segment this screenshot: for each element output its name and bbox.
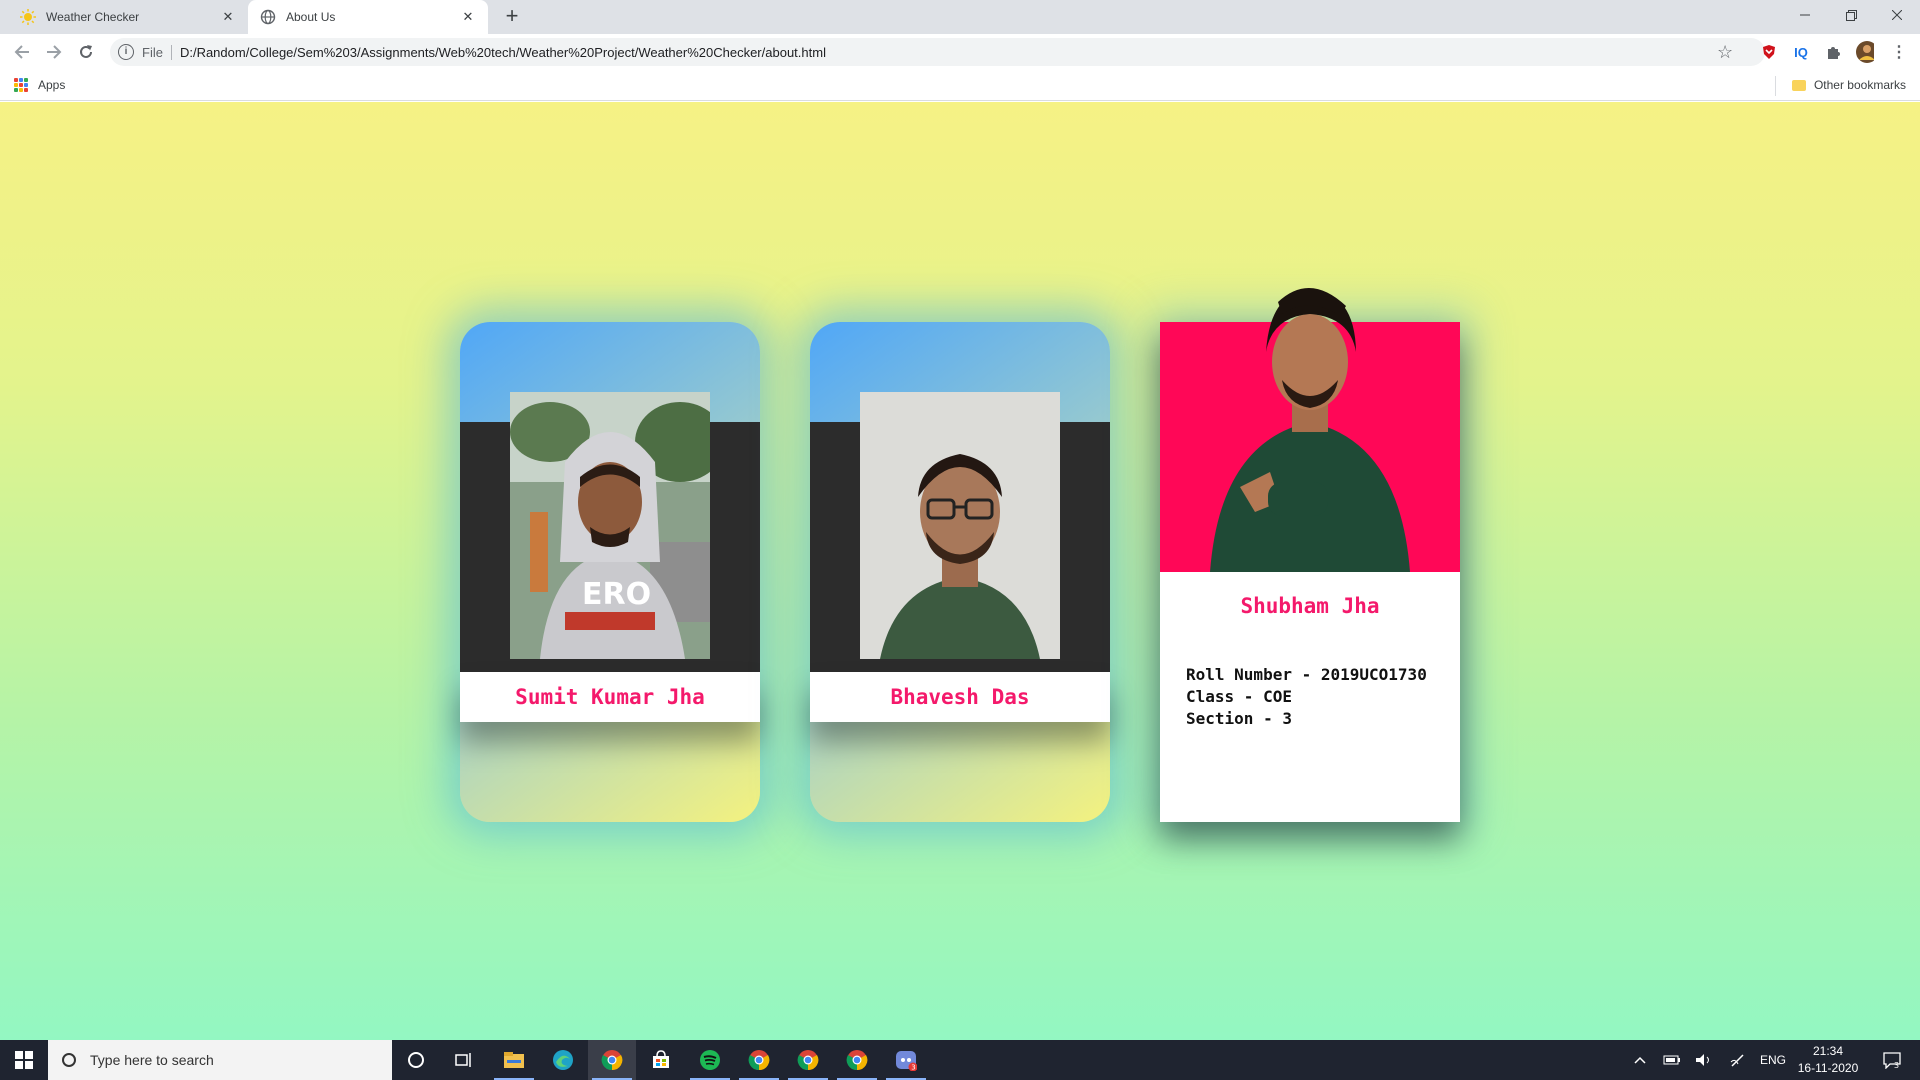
taskbar-search[interactable]: Type here to search <box>48 1040 392 1080</box>
member-card-sumit: ERO Sumit Kumar Jha <box>460 322 760 822</box>
reload-icon[interactable] <box>74 40 98 64</box>
menu-kebab-icon[interactable]: ⋮ <box>1890 43 1908 61</box>
back-arrow-icon[interactable] <box>10 40 34 64</box>
tab-label: Weather Checker <box>46 10 140 24</box>
apps-label: Apps <box>38 78 66 92</box>
close-tab-icon[interactable]: ✕ <box>220 9 236 25</box>
tab-about-us[interactable]: About Us ✕ <box>248 0 488 34</box>
member-photo <box>860 392 1060 659</box>
clock-date: 16-11-2020 <box>1797 1061 1859 1075</box>
task-view-icon[interactable] <box>440 1040 488 1080</box>
other-bookmarks[interactable]: Other bookmarks <box>1791 78 1906 92</box>
roll-number: Roll Number - 2019UCO1730 <box>1186 665 1427 684</box>
spotify-icon[interactable] <box>686 1040 734 1080</box>
new-tab-button[interactable]: + <box>500 5 524 29</box>
chrome-profile-4-icon[interactable] <box>833 1040 881 1080</box>
sun-icon <box>20 9 36 25</box>
about-page: ERO Sumit Kumar Jha Bhavesh Das Shubham … <box>0 102 1920 1040</box>
windows-taskbar: Type here to search 3 ENG 21:34 16-11-20… <box>0 1040 1920 1080</box>
globe-icon <box>260 9 276 25</box>
bookmarks-bar: Apps Other bookmarks <box>0 70 1920 101</box>
info-icon[interactable]: i <box>118 44 134 60</box>
member-card-bhavesh: Bhavesh Das <box>810 322 1110 822</box>
member-name: Shubham Jha <box>1240 594 1380 618</box>
member-card-shubham: Shubham Jha Roll Number - 2019UCO1730 Cl… <box>1160 287 1460 822</box>
bookmarks-divider <box>1775 76 1776 96</box>
pen-workspace-icon[interactable] <box>1726 1040 1750 1080</box>
chrome-profile-2-icon[interactable] <box>735 1040 783 1080</box>
apps-grid-icon <box>14 78 28 92</box>
browser-toolbar: i File D:/Random/College/Sem%203/Assignm… <box>0 34 1920 70</box>
address-bar[interactable]: i File D:/Random/College/Sem%203/Assignm… <box>110 38 1765 66</box>
profile-avatar[interactable] <box>1856 41 1874 63</box>
url-scheme: File <box>142 44 172 60</box>
folder-icon <box>1791 79 1806 91</box>
notification-count: 3 <box>1894 1061 1899 1069</box>
puzzle-extensions-icon[interactable] <box>1824 43 1842 61</box>
class-info: Class - COE <box>1186 687 1292 706</box>
file-explorer-icon[interactable] <box>490 1040 538 1080</box>
member-name: Sumit Kumar Jha <box>515 685 705 709</box>
system-clock[interactable]: 21:34 16-11-2020 <box>1792 1043 1864 1077</box>
close-window-icon[interactable] <box>1874 0 1920 30</box>
discord-icon[interactable]: 3 <box>882 1040 930 1080</box>
clock-time: 21:34 <box>1812 1044 1844 1058</box>
language-indicator[interactable]: ENG <box>1758 1040 1788 1080</box>
show-hidden-icons-icon[interactable] <box>1628 1040 1652 1080</box>
tab-label: About Us <box>286 10 336 24</box>
search-icon <box>62 1053 76 1067</box>
iq-extension-icon[interactable]: IQ <box>1792 43 1810 61</box>
chrome-icon[interactable] <box>588 1040 636 1080</box>
minimize-icon[interactable] <box>1782 0 1828 30</box>
member-name: Bhavesh Das <box>890 685 1030 709</box>
member-name-bar: Bhavesh Das <box>810 672 1110 722</box>
member-photo: ERO <box>510 392 710 659</box>
cortana-icon[interactable] <box>392 1040 440 1080</box>
discord-badge: 3 <box>911 1064 915 1072</box>
tab-strip: Weather Checker ✕ About Us ✕ + <box>0 0 1920 34</box>
member-details: Roll Number - 2019UCO1730 Class - COE Se… <box>1186 664 1427 730</box>
store-icon[interactable] <box>637 1040 685 1080</box>
notification-center-icon[interactable]: 3 <box>1874 1040 1910 1080</box>
forward-arrow-icon[interactable] <box>42 40 66 64</box>
search-placeholder: Type here to search <box>90 1052 214 1068</box>
member-photo <box>1200 272 1420 572</box>
windows-start-icon[interactable] <box>0 1040 48 1080</box>
close-tab-icon[interactable]: ✕ <box>460 9 476 25</box>
bookmark-star-icon[interactable]: ☆ <box>1717 42 1733 63</box>
apps-shortcut[interactable]: Apps <box>14 78 65 92</box>
chrome-profile-3-icon[interactable] <box>784 1040 832 1080</box>
other-bookmarks-label: Other bookmarks <box>1813 78 1906 92</box>
url-text: D:/Random/College/Sem%203/Assignments/We… <box>179 44 826 60</box>
battery-icon[interactable] <box>1660 1040 1684 1080</box>
volume-icon[interactable] <box>1692 1040 1716 1080</box>
section-info: Section - 3 <box>1186 709 1292 728</box>
tab-weather-checker[interactable]: Weather Checker ✕ <box>8 0 248 34</box>
restore-icon[interactable] <box>1828 0 1874 30</box>
shield-extension-icon[interactable] <box>1760 43 1778 61</box>
edge-icon[interactable] <box>539 1040 587 1080</box>
svg-text:ERO: ERO <box>582 577 651 612</box>
member-name-bar: Sumit Kumar Jha <box>460 672 760 722</box>
